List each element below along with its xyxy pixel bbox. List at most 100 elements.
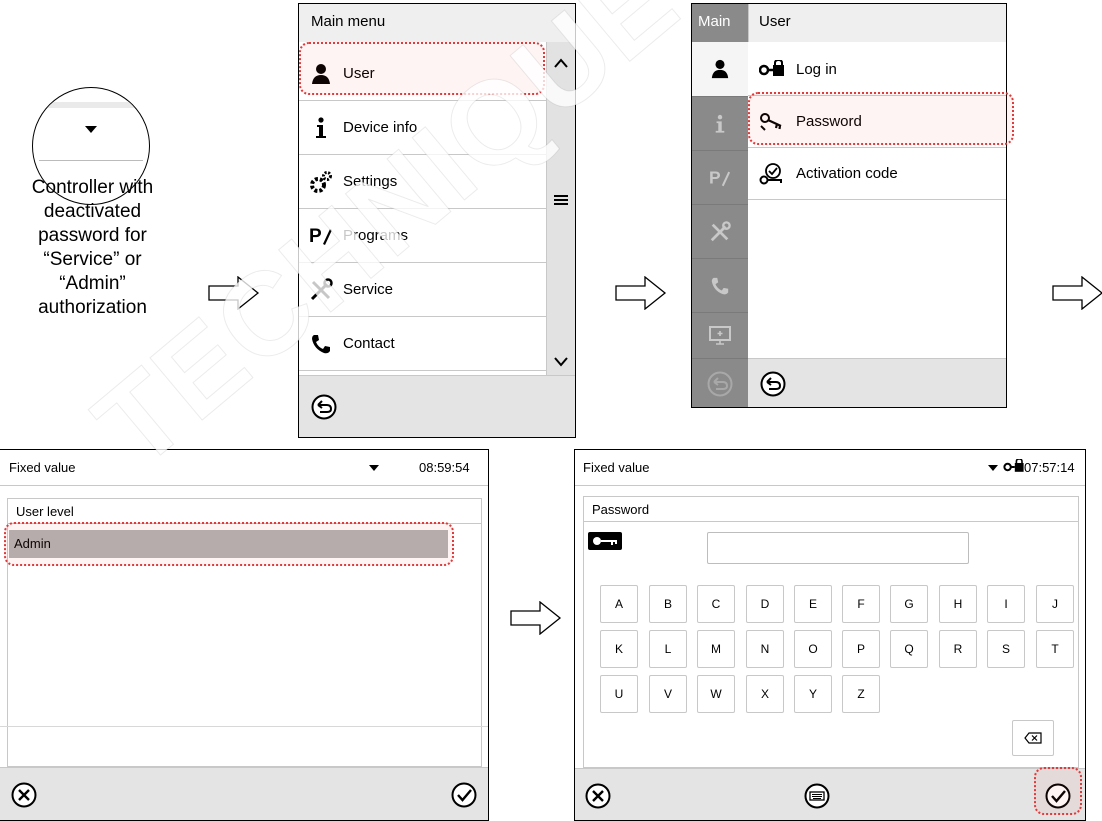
programs-icon: P xyxy=(299,224,343,248)
key-y[interactable]: Y xyxy=(794,675,832,713)
svg-text:P: P xyxy=(709,168,721,188)
menu-item-service[interactable]: Service xyxy=(299,263,546,317)
key-x[interactable]: X xyxy=(746,675,784,713)
cancel-icon[interactable] xyxy=(11,782,37,808)
dropdown-triangle-icon[interactable] xyxy=(369,465,379,471)
arrow-right-icon xyxy=(1052,276,1102,310)
key-l[interactable]: L xyxy=(649,630,687,668)
arrow-right-icon xyxy=(615,276,667,310)
divider xyxy=(0,726,488,727)
lens-divider xyxy=(39,160,143,161)
password-screen: Fixed value 07:57:14 Password A B C D E … xyxy=(574,449,1086,821)
phone-icon xyxy=(299,333,343,355)
key-z[interactable]: Z xyxy=(842,675,880,713)
highlight-confirm xyxy=(1034,767,1082,815)
sidebar-title: Main xyxy=(698,13,731,30)
status-bar: Fixed value 08:59:54 xyxy=(0,450,488,486)
key-k[interactable]: K xyxy=(600,630,638,668)
dropdown-triangle-icon xyxy=(85,126,97,133)
arrow-right-icon xyxy=(510,601,562,635)
sidebar-item-contact[interactable] xyxy=(692,258,748,313)
menu-item-settings[interactable]: Settings xyxy=(299,155,546,209)
sidebar-item-display[interactable] xyxy=(692,312,748,359)
menu-scrollbar[interactable] xyxy=(546,42,575,375)
login-lock-icon xyxy=(748,59,796,80)
key-p[interactable]: P xyxy=(842,630,880,668)
user-menu-panel: P Main User Log in Password Activation c… xyxy=(691,3,1007,408)
key-u[interactable]: U xyxy=(600,675,638,713)
bottom-bar xyxy=(0,767,488,820)
sidebar-item-user[interactable] xyxy=(692,42,748,96)
key-g[interactable]: G xyxy=(890,585,928,623)
menu-item-label: Service xyxy=(343,281,394,298)
sidebar-item-info[interactable] xyxy=(692,96,748,151)
highlight-user xyxy=(299,42,545,95)
menu-item-label: Device info xyxy=(343,119,418,136)
key-c[interactable]: C xyxy=(697,585,735,623)
menu-item-activation-code[interactable]: Activation code xyxy=(748,148,1006,200)
section-title: Password xyxy=(583,496,1079,522)
password-key-icon xyxy=(588,532,622,550)
menu-item-label: Contact xyxy=(343,335,395,352)
highlight-admin xyxy=(4,522,454,566)
bottom-bar xyxy=(575,768,1085,820)
menu-footer xyxy=(299,375,575,437)
section-title: User level xyxy=(7,498,482,524)
key-r[interactable]: R xyxy=(939,630,977,668)
key-a[interactable]: A xyxy=(600,585,638,623)
key-s[interactable]: S xyxy=(987,630,1025,668)
key-h[interactable]: H xyxy=(939,585,977,623)
sidebar-back[interactable] xyxy=(692,358,748,407)
mode-label: Fixed value xyxy=(583,460,650,475)
keyboard-area: A B C D E F G H I J K L M N O P Q R S T … xyxy=(583,522,1079,768)
monitor-icon xyxy=(709,326,731,345)
key-i[interactable]: I xyxy=(987,585,1025,623)
mode-label: Fixed value xyxy=(9,460,76,475)
service-tools-icon xyxy=(299,277,343,302)
info-icon xyxy=(715,114,725,133)
back-icon[interactable] xyxy=(311,394,337,420)
key-q[interactable]: Q xyxy=(890,630,928,668)
info-icon xyxy=(299,116,343,139)
key-t[interactable]: T xyxy=(1036,630,1074,668)
keyboard-icon[interactable] xyxy=(804,783,830,809)
key-f[interactable]: F xyxy=(842,585,880,623)
key-b[interactable]: B xyxy=(649,585,687,623)
menu-item-label: Activation code xyxy=(796,165,898,182)
menu-item-device-info[interactable]: Device info xyxy=(299,101,546,155)
key-j[interactable]: J xyxy=(1036,585,1074,623)
key-n[interactable]: N xyxy=(746,630,784,668)
menu-item-programs[interactable]: P Programs xyxy=(299,209,546,263)
key-m[interactable]: M xyxy=(697,630,735,668)
cancel-icon[interactable] xyxy=(585,783,611,809)
login-lock-icon xyxy=(1003,459,1024,472)
password-input[interactable] xyxy=(707,532,969,564)
key-w[interactable]: W xyxy=(697,675,735,713)
programs-icon: P xyxy=(709,168,731,188)
svg-text:P: P xyxy=(309,226,322,247)
back-icon[interactable] xyxy=(760,371,786,397)
arrow-right-icon xyxy=(208,276,260,310)
menu-item-contact[interactable]: Contact xyxy=(299,317,546,371)
activation-code-icon xyxy=(748,162,796,185)
sidebar-item-service[interactable] xyxy=(692,204,748,259)
key-e[interactable]: E xyxy=(794,585,832,623)
user-icon xyxy=(711,59,729,79)
sidebar-item-programs[interactable]: P xyxy=(692,150,748,205)
chevron-down-icon[interactable] xyxy=(554,357,568,367)
key-d[interactable]: D xyxy=(746,585,784,623)
status-bar: Fixed value 07:57:14 xyxy=(575,450,1085,486)
backspace-icon xyxy=(1024,732,1042,744)
dropdown-triangle-icon[interactable] xyxy=(988,465,998,471)
caption-text: Controller with deactivated password for… xyxy=(31,177,154,318)
menu-item-log-in[interactable]: Log in xyxy=(748,44,1006,96)
menu-footer xyxy=(748,358,1006,407)
scroll-handle-icon[interactable] xyxy=(553,194,569,206)
backspace-key[interactable] xyxy=(1012,720,1054,756)
lens-bar xyxy=(43,102,139,108)
key-v[interactable]: V xyxy=(649,675,687,713)
chevron-up-icon[interactable] xyxy=(554,58,568,68)
key-o[interactable]: O xyxy=(794,630,832,668)
confirm-icon[interactable] xyxy=(451,782,477,808)
menu-item-label: Log in xyxy=(796,61,837,78)
